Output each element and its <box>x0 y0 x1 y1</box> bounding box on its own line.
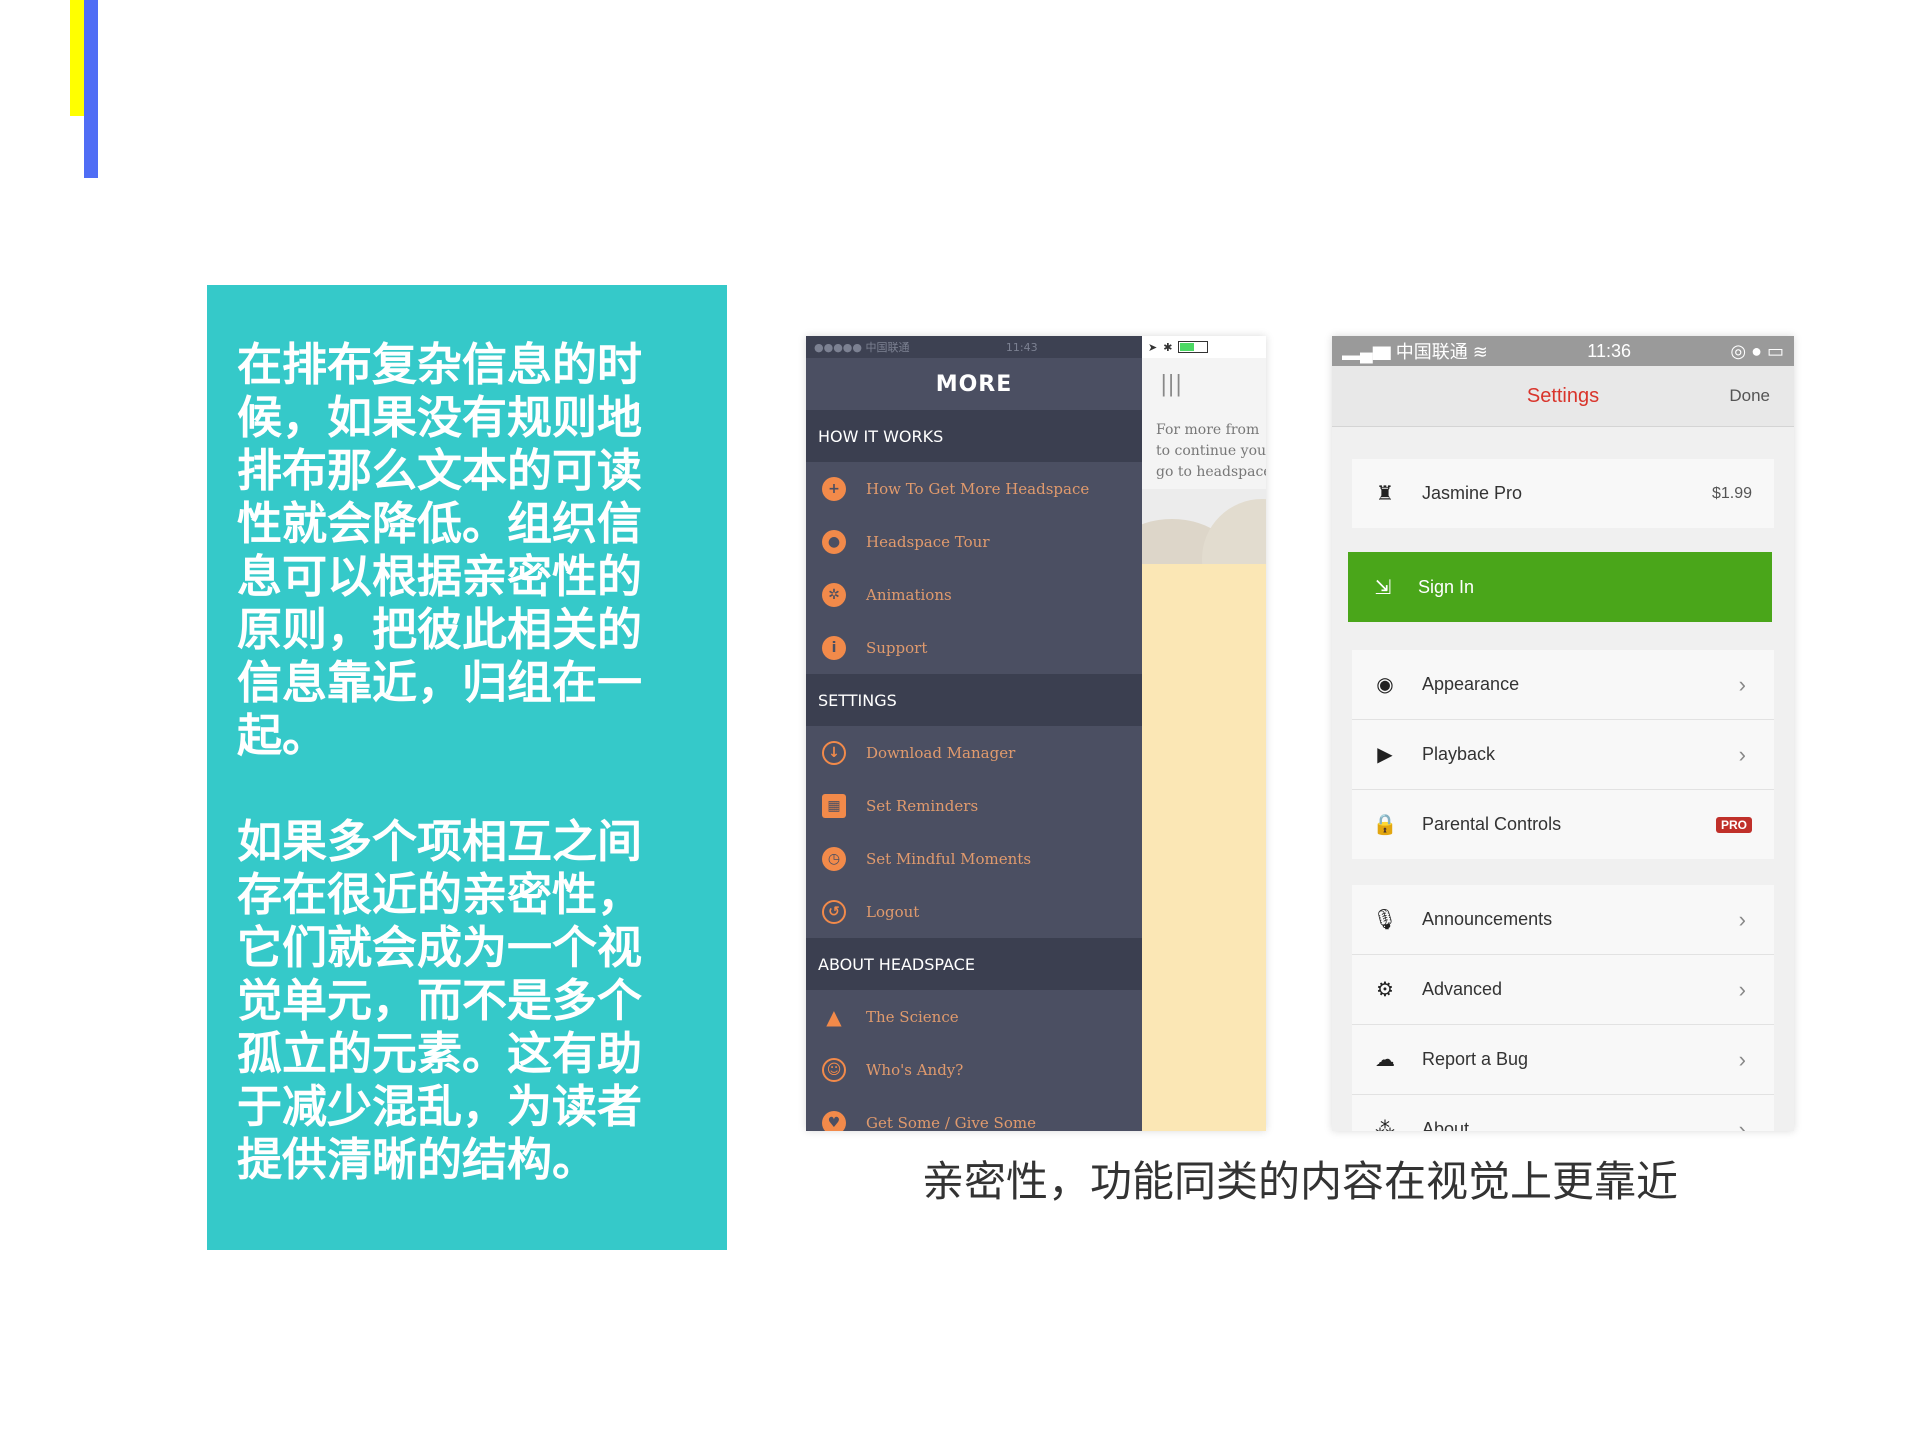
nav-title: Settings <box>1526 384 1600 407</box>
lock-icon: 🔒 <box>1372 814 1398 836</box>
dots-icon: ⁂ <box>1375 1119 1395 1131</box>
about-row[interactable]: ⁂ About › <box>1352 1095 1774 1132</box>
menu-item-label: Headspace Tour <box>866 532 990 551</box>
info-icon: i <box>822 635 846 660</box>
menu-item-mindful-moments[interactable]: ◷ Set Mindful Moments <box>806 832 1142 885</box>
playback-row[interactable]: ▶ Playback › <box>1352 720 1774 790</box>
flask-icon: ▲ <box>826 1004 842 1029</box>
price-label: $1.99 <box>1711 484 1752 502</box>
image-caption: 亲密性，功能同类的内容在视觉上更靠近 <box>921 1157 1678 1206</box>
navigation-bar: Settings Done <box>1332 366 1794 427</box>
status-icons: ➤ ✱ <box>1142 336 1266 358</box>
storm-cloud-icon: ☁ <box>1375 1049 1395 1071</box>
microphone-icon: 🎙 <box>1372 909 1398 931</box>
battery-icon <box>1178 341 1209 353</box>
report-bug-row[interactable]: ☁ Report a Bug › <box>1352 1025 1774 1095</box>
jasmine-pro-row[interactable]: ♜ Jasmine Pro $1.99 <box>1352 459 1774 528</box>
play-icon: ▶ <box>1377 744 1393 766</box>
settings-screenshot: ▂▄▆ 中国联通 ≋ 11:36 ◎ ● ▭ Settings Done ♜ J… <box>1332 336 1794 1131</box>
menu-item-logout[interactable]: ↺ Logout <box>806 885 1142 938</box>
pro-badge: PRO <box>1715 816 1752 833</box>
heart-icon: ♥ <box>822 1110 846 1131</box>
content-text-peek: For more from to continue you go to head… <box>1142 410 1266 489</box>
done-button[interactable]: Done <box>1729 366 1770 426</box>
menu-item-reminders[interactable]: ▦ Set Reminders <box>806 779 1142 832</box>
plus-icon: + <box>822 476 846 501</box>
menu-item-support[interactable]: i Support <box>806 621 1142 674</box>
announcements-row[interactable]: 🎙 Announcements › <box>1352 885 1774 955</box>
playback-group: ◉ Appearance › ▶ Playback › 🔒 Parental C… <box>1352 650 1774 859</box>
alarm-clock-icon: ◷ <box>822 846 846 871</box>
parental-controls-row[interactable]: 🔒 Parental Controls PRO <box>1352 790 1774 859</box>
status-bar: ▂▄▆ 中国联通 ≋ 11:36 ◎ ● ▭ <box>1332 336 1794 366</box>
chevron-right-icon: › <box>1738 741 1746 767</box>
menu-item-label: Animations <box>866 585 952 604</box>
menu-item-give-some[interactable]: ♥ Get Some / Give Some <box>806 1096 1142 1131</box>
menu-item-label: Logout <box>866 902 920 921</box>
appearance-row[interactable]: ◉ Appearance › <box>1352 650 1774 720</box>
sign-in-button[interactable]: ⇲ Sign In <box>1348 552 1772 622</box>
menu-item-label: Set Reminders <box>866 796 979 815</box>
menu-item-get-more[interactable]: + How To Get More Headspace <box>806 462 1142 515</box>
location-pin-icon: ● <box>822 529 846 554</box>
section-header-settings: SETTINGS <box>806 674 1142 726</box>
menu-item-label: The Science <box>866 1007 959 1026</box>
status-carrier: ▂▄▆ 中国联通 ≋ <box>1342 342 1488 362</box>
person-icon: ☺ <box>822 1057 846 1082</box>
status-bar: ●●●●● 中国联通 11:43 <box>806 336 1142 358</box>
paragraph-visual-unit: 如果多个项相互之间存在很近的亲密性，它们就会成为一个视觉单元，而不是多个孤立的元… <box>237 815 643 1186</box>
menu-item-science[interactable]: ▲ The Science <box>806 990 1142 1043</box>
menu-item-download-manager[interactable]: ↓ Download Manager <box>806 726 1142 779</box>
chevron-right-icon: › <box>1738 1116 1746 1132</box>
hills-illustration <box>1142 489 1266 564</box>
menu-item-andy[interactable]: ☺ Who's Andy? <box>806 1043 1142 1096</box>
purchase-group: ♜ Jasmine Pro $1.99 <box>1352 459 1774 528</box>
hamburger-icon[interactable]: ||| <box>1142 358 1266 410</box>
headspace-menu-panel: ●●●●● 中国联通 11:43 MORE HOW IT WORKS + How … <box>806 336 1142 1131</box>
gears-icon: ⚙ <box>1376 979 1394 1001</box>
menu-item-label: Get Some / Give Some <box>866 1113 1036 1132</box>
bluetooth-icon: ✱ <box>1163 340 1173 354</box>
advanced-row[interactable]: ⚙ Advanced › <box>1352 955 1774 1025</box>
chevron-right-icon: › <box>1738 976 1746 1002</box>
accent-bar-yellow <box>70 0 84 116</box>
accent-bar-blue <box>84 0 98 178</box>
headspace-content-peek: ➤ ✱ ||| For more from to continue you go… <box>1142 336 1266 1131</box>
status-time: 11:43 <box>1005 340 1038 354</box>
menu-title: MORE <box>935 371 1013 397</box>
misc-group: 🎙 Announcements › ⚙ Advanced › ☁ Report … <box>1352 885 1774 1131</box>
logout-icon: ↺ <box>822 899 846 924</box>
status-icons: ◎ ● ▭ <box>1730 340 1784 361</box>
menu-item-label: How To Get More Headspace <box>866 479 1090 498</box>
section-header-about: ABOUT HEADSPACE <box>806 938 1142 990</box>
text-panel-content: 在排布复杂信息的时候，如果没有规则地排布那么文本的可读性就会降低。组织信息可以根… <box>237 338 677 1186</box>
chevron-right-icon: › <box>1738 906 1746 932</box>
chevron-right-icon: › <box>1738 671 1746 697</box>
menu-item-label: Support <box>866 638 928 657</box>
chevron-right-icon: › <box>1738 1046 1746 1072</box>
location-arrow-icon: ➤ <box>1148 340 1158 354</box>
status-time: 11:36 <box>1587 340 1631 361</box>
menu-item-tour[interactable]: ● Headspace Tour <box>806 515 1142 568</box>
calendar-icon: ▦ <box>822 793 846 818</box>
menu-item-label: Download Manager <box>866 743 1016 762</box>
film-reel-icon: ✲ <box>822 582 846 607</box>
download-icon: ↓ <box>822 740 846 765</box>
menu-item-label: Set Mindful Moments <box>866 849 1032 868</box>
menu-item-label: Who's Andy? <box>866 1060 964 1079</box>
headspace-screenshot: ●●●●● 中国联通 11:43 MORE HOW IT WORKS + How … <box>806 336 1266 1131</box>
status-carrier: ●●●●● 中国联通 <box>814 341 910 354</box>
menu-item-animations[interactable]: ✲ Animations <box>806 568 1142 621</box>
medal-icon: ♜ <box>1376 483 1394 505</box>
sign-in-icon: ⇲ <box>1374 576 1392 599</box>
paragraph-proximity-intro: 在排布复杂信息的时候，如果没有规则地排布那么文本的可读性就会降低。组织信息可以根… <box>237 338 643 762</box>
eye-icon: ◉ <box>1376 674 1394 696</box>
section-header-how-it-works: HOW IT WORKS <box>806 410 1142 462</box>
